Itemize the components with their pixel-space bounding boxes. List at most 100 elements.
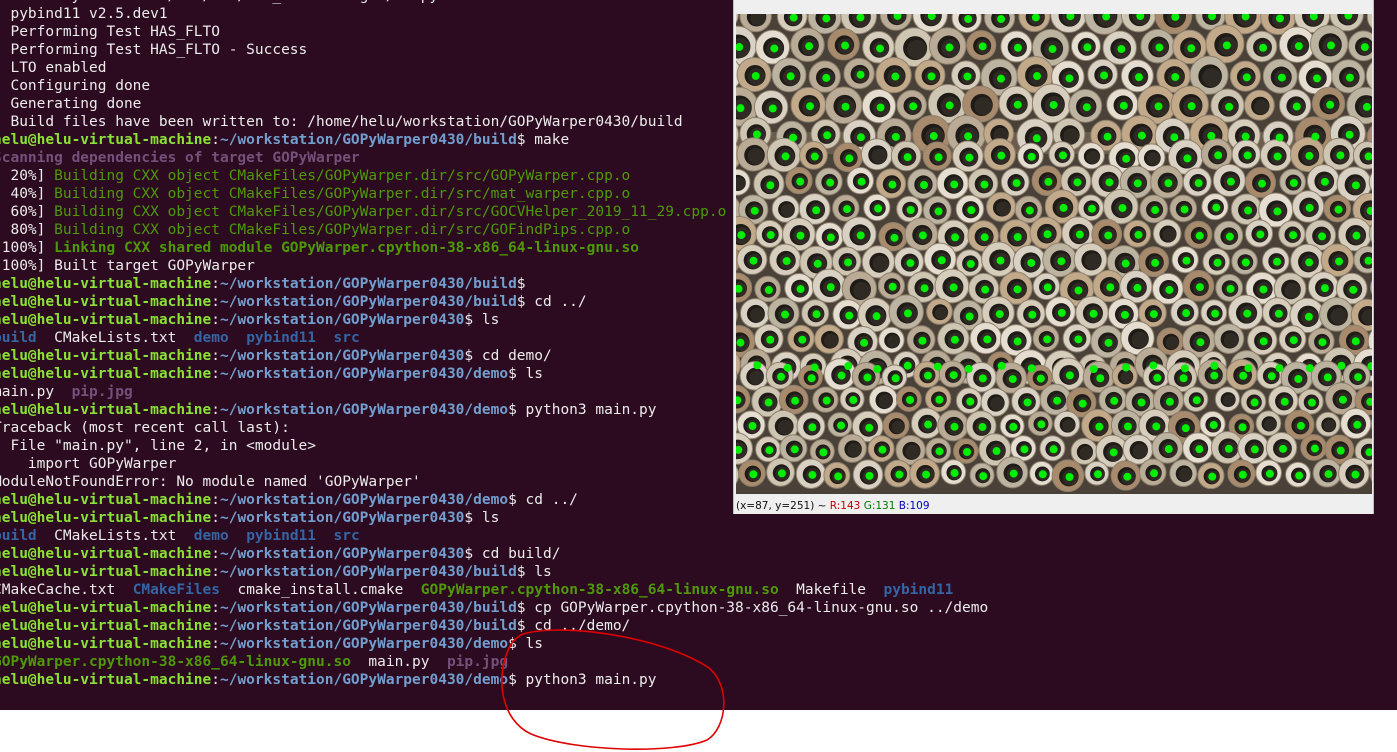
terminal-text: : [211,366,220,382]
terminal-text: ~/workstation/GOPyWarper0430/demo [219,672,509,688]
terminal-text: Traceback (most recent call last): [0,420,290,436]
terminal-text: ~/workstation/GOPyWarper0430/build [219,294,517,310]
terminal-text: ~/workstation/GOPyWarper0430/demo [219,366,509,382]
terminal-text: $ cd build/ [464,546,561,562]
terminal-text: pybind11 [883,582,954,598]
terminal-text: : [211,564,220,580]
terminal-text: Configuring done [0,78,151,94]
terminal-text: cmake_install.cmake [220,582,421,598]
terminal-text: build [0,330,37,346]
terminal-text: GOPyWarper.cpython-38-x86_64-linux-gnu.s… [420,582,779,598]
terminal-text: helu@helu-virtual-machine [0,492,212,508]
pixel-info-statusbar: (x=87, y=251) ~ R:143 G:131 B:109 [736,498,930,514]
terminal-text: helu@helu-virtual-machine [0,132,212,148]
terminal-text: ~/workstation/GOPyWarper0430/demo [219,636,509,652]
terminal-text: helu@helu-virtual-machine [0,402,212,418]
terminal-text: [ 60%] [0,204,46,220]
terminal-text: ~/workstation/GOPyWarper0430/build [219,132,517,148]
terminal-text: $ python3 main.py [508,672,657,688]
terminal-text: helu@helu-virtual-machine [0,546,212,562]
terminal-line: helu@helu-virtual-machine:~/workstation/… [0,671,988,689]
terminal-text: pybind11 v2.5.dev1 [0,6,168,22]
terminal-text: : [211,402,220,418]
terminal-text: Found PythonLibs: /usr/lib/x86_64-linux-… [0,0,525,4]
terminal-text: ~/workstation/GOPyWarper0430/build [219,276,517,292]
cursor-coords: (x=87, y=251) ~ [736,500,830,512]
terminal-text: [ 40%] [0,186,46,202]
terminal-text: $ [516,276,526,292]
terminal-text: Performing Test HAS_FLTO [0,24,220,40]
terminal-text: helu@helu-virtual-machine [0,636,212,652]
terminal-text: : [211,492,220,508]
terminal-text: : [211,546,220,562]
terminal-text: pybind11 [246,330,317,346]
terminal-text: helu@helu-virtual-machine [0,510,212,526]
terminal-text: $ ls [508,366,543,382]
terminal-text: $ python3 main.py [508,402,657,418]
terminal-text: pybind11 [246,528,317,544]
terminal-text: $ cd ../ [508,492,578,508]
terminal-text: helu@helu-virtual-machine [0,618,212,634]
terminal-text: Scanning dependencies of target GOPyWarp… [0,150,360,166]
terminal-text: LTO enabled [0,60,107,76]
terminal-text: : [211,510,220,526]
pipe-detection-image[interactable] [736,14,1372,494]
terminal-text: [ 20%] [0,168,46,184]
image-viewer-window[interactable]: (x=87, y=251) ~ R:143 G:131 B:109 [733,0,1374,514]
terminal-text: : [211,672,220,688]
pipe-image-canvas [736,14,1372,494]
blue-value: B:109 [898,500,930,512]
terminal-text: helu@helu-virtual-machine [0,348,212,364]
terminal-text: Building CXX object CMakeFiles/GOPyWarpe… [54,204,727,220]
terminal-text: helu@helu-virtual-machine [0,294,212,310]
terminal-text: $ cd ../demo/ [516,618,631,634]
terminal-text: ~/workstation/GOPyWarper0430 [219,312,465,328]
terminal-text: Makefile [778,582,884,598]
terminal-text: ~/workstation/GOPyWarper0430 [219,348,465,364]
terminal-text: helu@helu-virtual-machine [0,600,212,616]
terminal-text: Performing Test HAS_FLTO - Success [0,42,308,58]
terminal-text: CMakeFiles [132,582,220,598]
terminal-text: demo [193,330,229,346]
terminal-text: Generating done [0,96,142,112]
terminal-text: pip.jpg [446,654,509,670]
terminal-text: : [211,348,220,364]
terminal-text: $ ls [464,312,500,328]
terminal-text: ~/workstation/GOPyWarper0430 [219,510,465,526]
terminal-text: helu@helu-virtual-machine [0,672,212,688]
terminal-text: Linking CXX shared module GOPyWarper.cpy… [54,240,640,256]
terminal-text: $ ls [516,564,552,580]
terminal-text: $ cd demo/ [464,348,552,364]
terminal-text: Building CXX object CMakeFiles/GOPyWarpe… [54,222,631,238]
terminal-line: helu@helu-virtual-machine:~/workstation/… [0,617,988,635]
terminal-text: $ cd ../ [516,294,587,310]
terminal-text: ModuleNotFoundError: No module named 'GO… [0,474,421,490]
terminal-line: helu@helu-virtual-machine:~/workstation/… [0,635,988,653]
terminal-text: ~/workstation/GOPyWarper0430/demo [219,492,509,508]
terminal-line: GOPyWarper.cpython-38-x86_64-linux-gnu.s… [0,653,988,671]
red-value: R:143 [829,500,861,512]
terminal-text: CMakeLists.txt [36,528,194,544]
terminal-text: main.py [350,654,447,670]
terminal-text: src [333,528,360,544]
terminal-line: helu@helu-virtual-machine:~/workstation/… [0,545,988,563]
terminal-text: : [211,294,220,310]
terminal-text: CMakeLists.txt [36,330,194,346]
terminal-text: helu@helu-virtual-machine [0,276,212,292]
terminal-text: ~/workstation/GOPyWarper0430/build [219,618,517,634]
terminal-text: [100%] [0,240,46,256]
terminal-text: : [211,312,220,328]
terminal-text: Build files have been written to: /home/… [0,114,683,130]
terminal-text: CMakeCache.txt [0,582,133,598]
terminal-text: main.py [0,384,72,400]
terminal-text: ~/workstation/GOPyWarper0430/demo [219,402,509,418]
terminal-text: helu@helu-virtual-machine [0,366,212,382]
terminal-text: pip.jpg [71,384,133,400]
terminal-text: $ ls [464,510,500,526]
terminal-text: GOPyWarper.cpython-38-x86_64-linux-gnu.s… [0,654,351,670]
terminal-text: import GOPyWarper [0,456,177,472]
